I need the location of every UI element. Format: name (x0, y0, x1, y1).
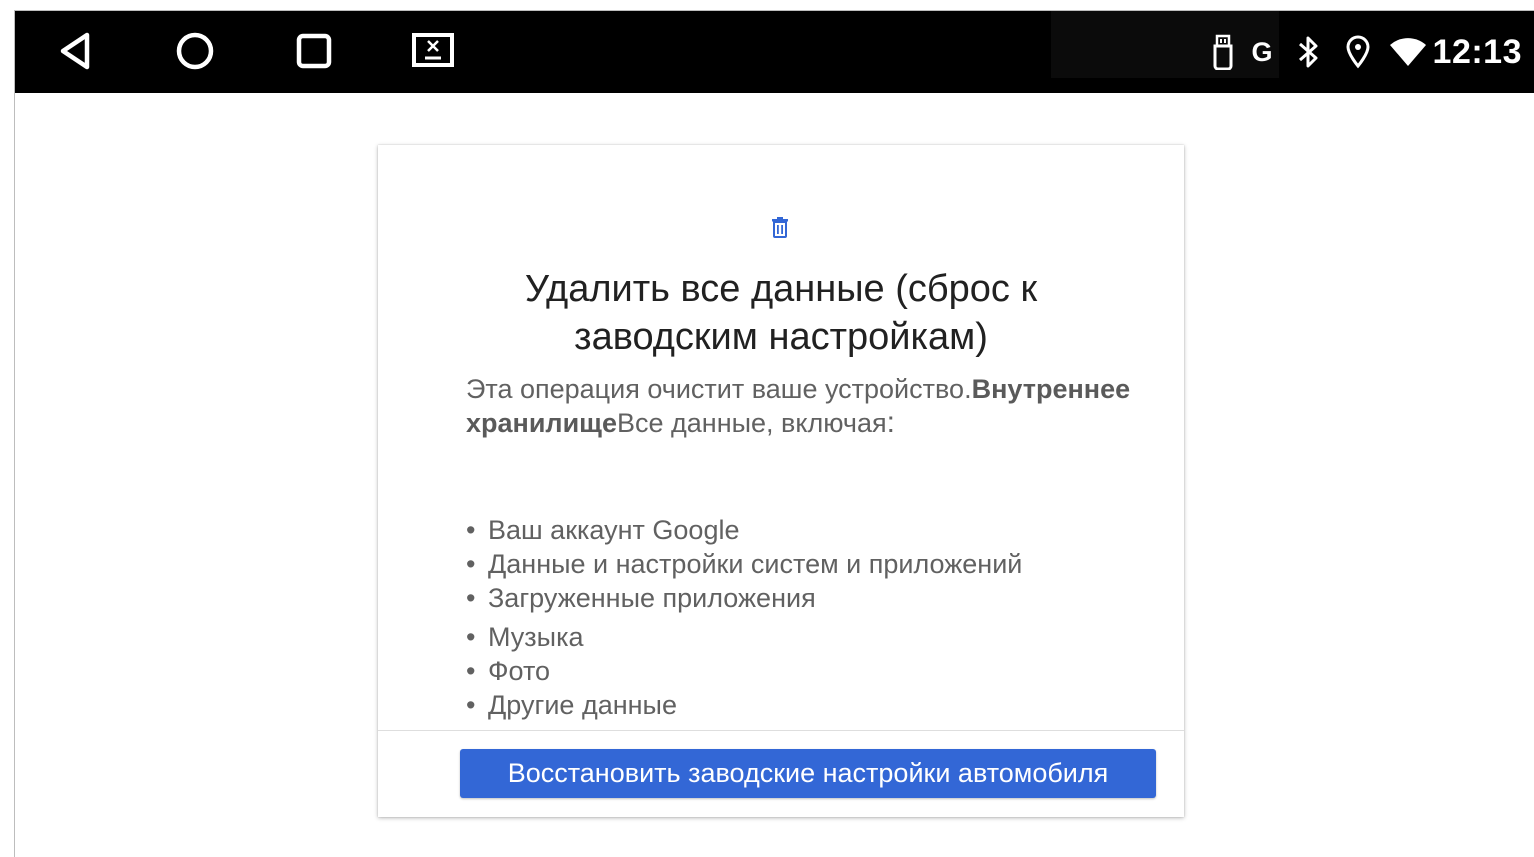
google-letter: G (1251, 36, 1273, 67)
list-item: Другие данные (466, 688, 1146, 722)
back-icon (60, 32, 90, 70)
description-text-2: Все данные, включая (616, 408, 887, 438)
dialog-title: Удалить все данные (сброс к заводским на… (524, 268, 1038, 358)
clock-time: 12:13 (1432, 32, 1522, 71)
recents-icon (296, 33, 332, 69)
screen-off-button[interactable] (411, 29, 455, 73)
bluetooth-icon (1286, 34, 1330, 70)
clock: 12:13 (1430, 33, 1522, 72)
screen: G 12:13 Удалить все данные (сброс к заво… (0, 0, 1534, 857)
usb-icon (1208, 34, 1238, 70)
google-icon: G (1238, 37, 1286, 68)
factory-reset-dialog: Удалить все данные (сброс к заводским на… (378, 145, 1184, 817)
description-text-1: Эта операция очистит ваше устройство. (466, 374, 972, 404)
recents-button[interactable] (292, 29, 336, 73)
list-item: Музыка (466, 620, 1146, 654)
list-item: Загруженные приложения (466, 581, 1146, 615)
location-icon (1330, 35, 1386, 69)
wifi-icon (1386, 37, 1430, 67)
trash-icon (768, 215, 792, 239)
list-item: Данные и настройки систем и приложений (466, 547, 1146, 581)
back-button[interactable] (53, 29, 97, 73)
list-item: Ваш аккаунт Google (466, 513, 1146, 547)
description-colon: : (886, 406, 895, 439)
home-button[interactable] (173, 29, 217, 73)
list-item: Фото (466, 654, 1146, 688)
dialog-divider (378, 730, 1184, 731)
status-icons: G 12:13 (1208, 11, 1522, 93)
home-icon (176, 32, 214, 70)
factory-reset-button[interactable]: Восстановить заводские настройки автомоб… (460, 749, 1156, 798)
system-bar: G 12:13 (15, 11, 1534, 93)
screen-off-icon (412, 33, 454, 67)
screen-edge-left (14, 10, 15, 857)
dialog-description: Эта операция очистит ваше устройство.Вну… (466, 372, 1146, 440)
data-list: Ваш аккаунт Google Данные и настройки си… (466, 513, 1146, 722)
